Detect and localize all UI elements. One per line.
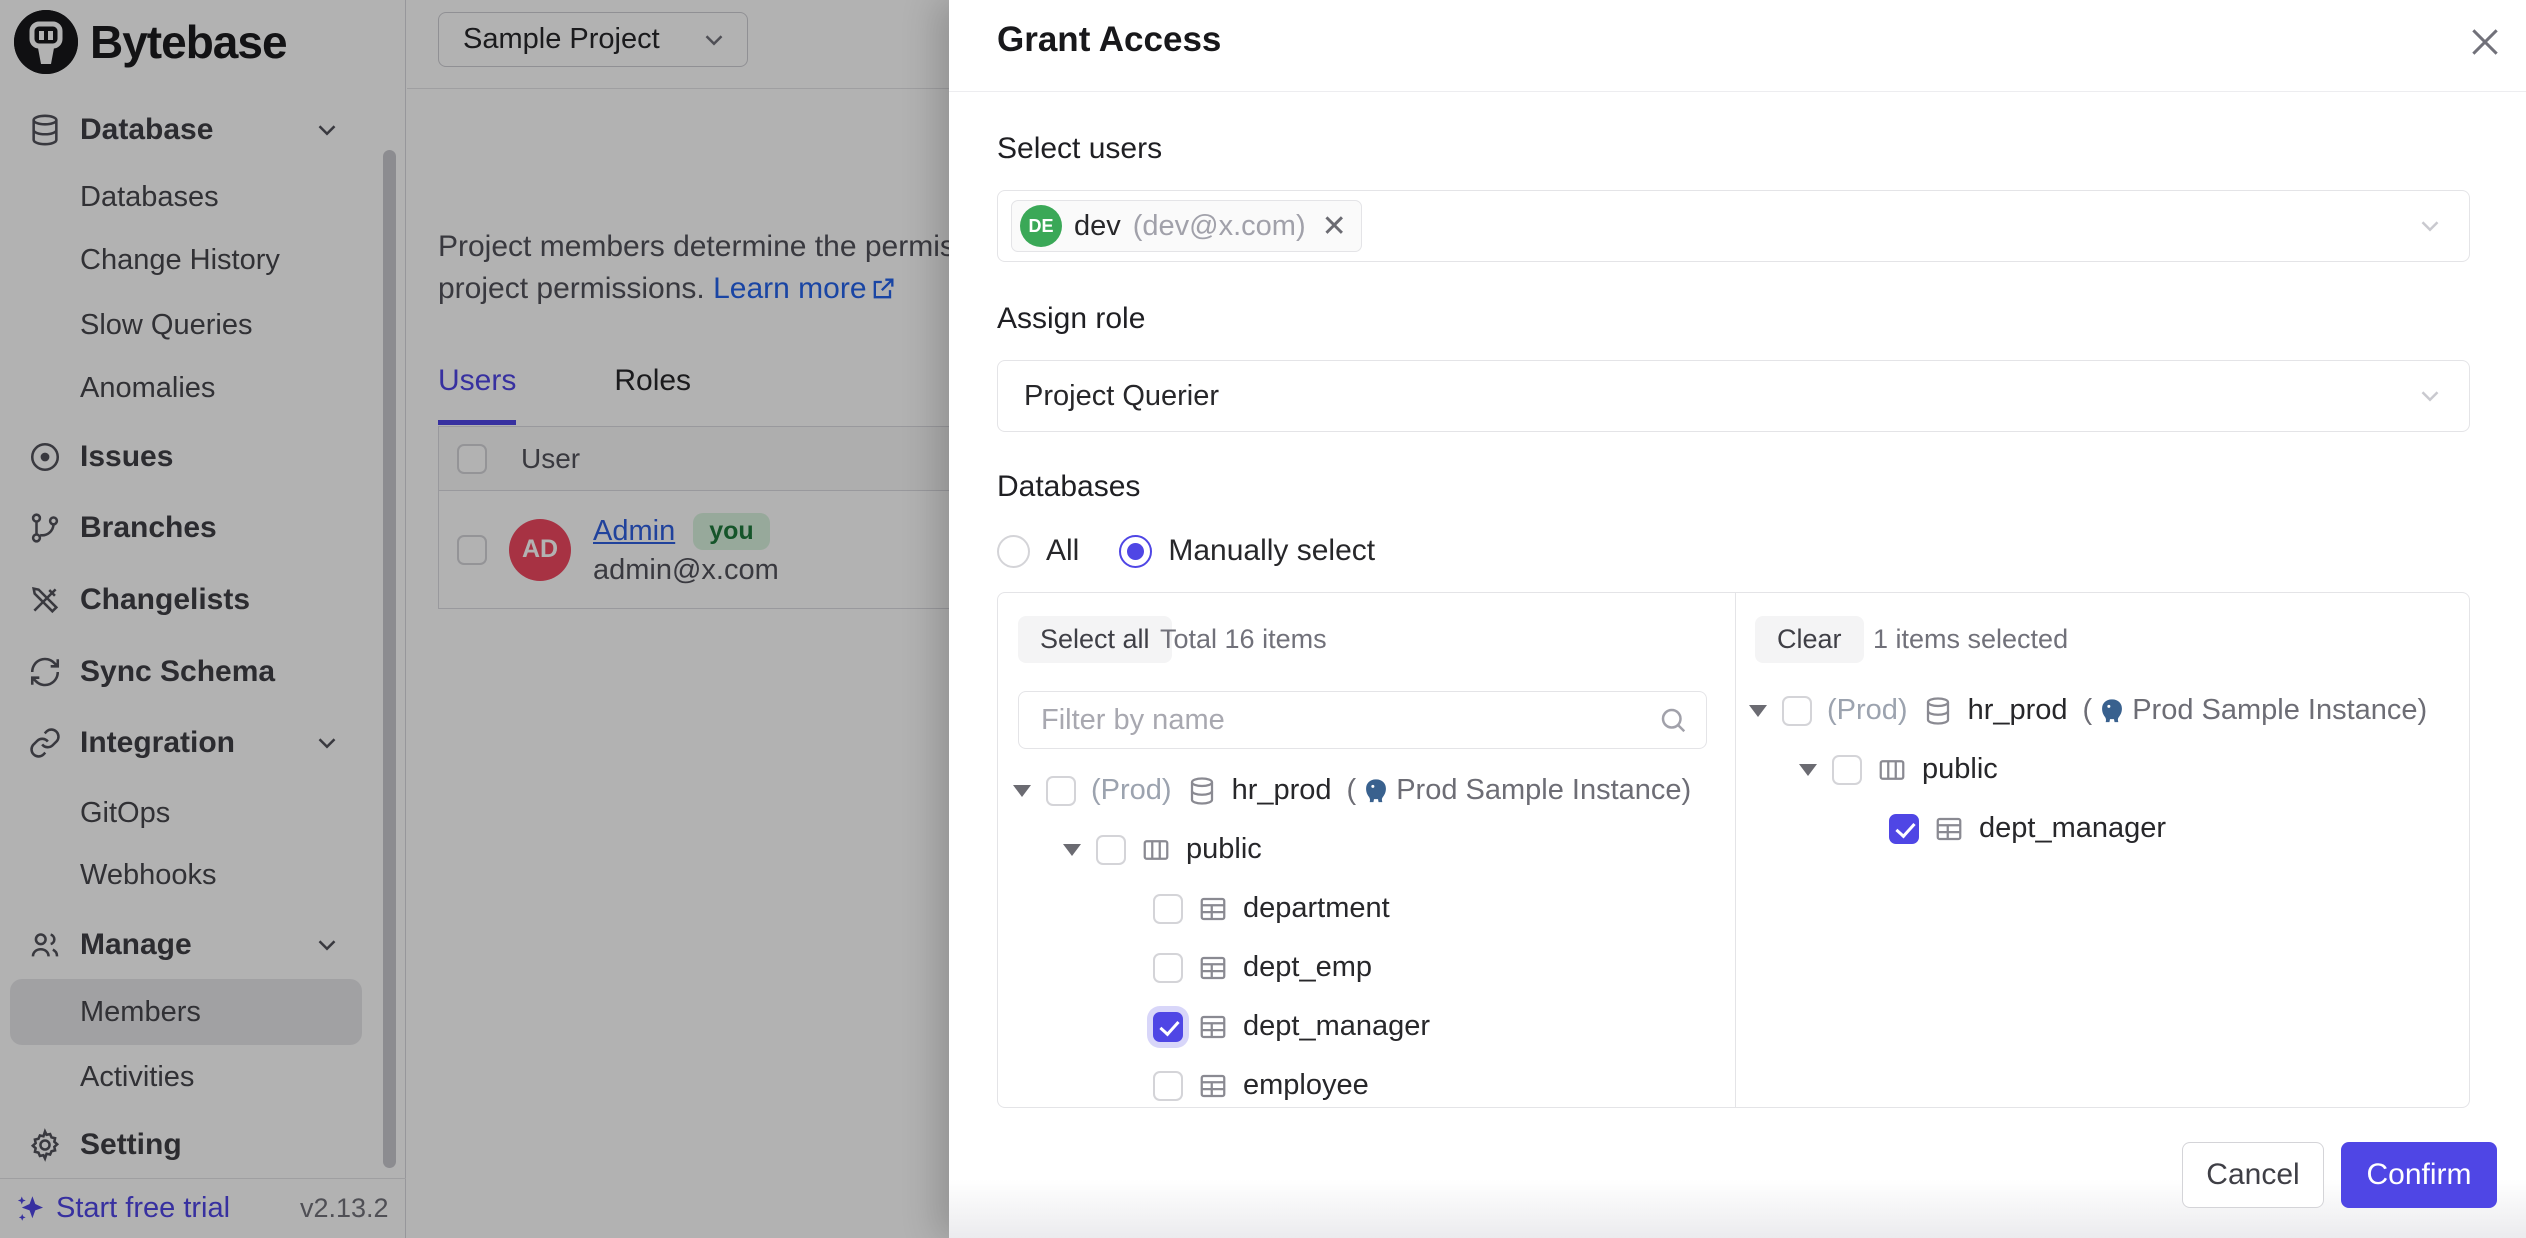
- radio-all[interactable]: All: [997, 534, 1079, 568]
- confirm-button[interactable]: Confirm: [2341, 1142, 2497, 1208]
- databases-label: Databases: [997, 470, 1140, 504]
- tree-node-dept-emp[interactable]: dept_emp: [1153, 938, 1372, 997]
- tree-node-public[interactable]: public: [1063, 820, 1262, 879]
- database-icon: [1187, 776, 1217, 806]
- postgres-icon: [2098, 697, 2126, 725]
- table-icon: [1198, 1012, 1228, 1042]
- table-icon: [1198, 894, 1228, 924]
- radio-icon[interactable]: [1119, 535, 1152, 568]
- grant-access-dialog: Grant Access Select users DE dev (dev@x.…: [949, 0, 2526, 1238]
- panel-divider: [1735, 593, 1736, 1108]
- cancel-button[interactable]: Cancel: [2182, 1142, 2324, 1208]
- table-icon: [1198, 1071, 1228, 1101]
- tree-node-department[interactable]: department: [1153, 879, 1390, 938]
- assign-role-label: Assign role: [997, 302, 1145, 336]
- node-checkbox[interactable]: [1096, 835, 1126, 865]
- radio-icon[interactable]: [997, 535, 1030, 568]
- database-scope-radios: All Manually select: [997, 534, 1375, 568]
- tree-node-hr-prod[interactable]: (Prod) hr_prod ( Prod Sample Instance): [1749, 681, 2427, 740]
- dialog-footer: Cancel Confirm: [949, 1108, 2526, 1238]
- node-checkbox[interactable]: [1153, 953, 1183, 983]
- tree-node-hr-prod[interactable]: (Prod) hr_prod ( Prod Sample Instance): [1013, 761, 1691, 820]
- caret-expander-icon[interactable]: [1063, 844, 1081, 856]
- close-icon[interactable]: [2465, 22, 2505, 62]
- tree-node-employee[interactable]: employee: [1153, 1056, 1369, 1108]
- remove-chip-icon[interactable]: ✕: [1318, 209, 1347, 244]
- clear-button[interactable]: Clear: [1755, 616, 1864, 663]
- dialog-header: Grant Access: [949, 0, 2526, 92]
- tree-node-public[interactable]: public: [1799, 740, 1998, 799]
- node-checkbox[interactable]: [1046, 776, 1076, 806]
- database-icon: [1923, 696, 1953, 726]
- app-window: Bytebase Database Databases Change Histo…: [0, 0, 2526, 1238]
- table-icon: [1198, 953, 1228, 983]
- tree-node-dept-manager[interactable]: dept_manager: [1889, 799, 2166, 858]
- radio-manually-select[interactable]: Manually select: [1119, 534, 1375, 568]
- dialog-title: Grant Access: [997, 20, 1221, 60]
- schema-icon: [1877, 755, 1907, 785]
- node-checkbox[interactable]: [1153, 894, 1183, 924]
- search-icon: [1658, 705, 1688, 735]
- chevron-down-icon: [2415, 381, 2445, 411]
- filter-input[interactable]: [1039, 703, 1658, 738]
- node-checkbox[interactable]: [1782, 696, 1812, 726]
- node-checkbox[interactable]: [1153, 1071, 1183, 1101]
- tree-node-dept-manager[interactable]: dept_manager: [1153, 997, 1430, 1056]
- select-all-button[interactable]: Select all: [1018, 616, 1172, 663]
- role-select[interactable]: Project Querier: [997, 360, 2470, 432]
- select-users-label: Select users: [997, 132, 1162, 166]
- avatar: DE: [1020, 205, 1062, 247]
- selected-items-label: 1 items selected: [1873, 616, 2068, 663]
- node-checkbox[interactable]: [1153, 1012, 1183, 1042]
- caret-expander-icon[interactable]: [1013, 785, 1031, 797]
- select-users-input[interactable]: DE dev (dev@x.com) ✕: [997, 190, 2470, 262]
- caret-expander-icon[interactable]: [1799, 764, 1817, 776]
- node-checkbox[interactable]: [1889, 814, 1919, 844]
- filter-input-wrap: [1018, 691, 1707, 749]
- total-items-label: Total 16 items: [1160, 616, 1327, 663]
- user-chip[interactable]: DE dev (dev@x.com) ✕: [1011, 200, 1362, 252]
- database-transfer: Select all Total 16 items (Prod) hr_prod…: [997, 592, 2470, 1108]
- postgres-icon: [1362, 777, 1390, 805]
- table-icon: [1934, 814, 1964, 844]
- caret-expander-icon[interactable]: [1749, 705, 1767, 717]
- chevron-down-icon: [2415, 211, 2445, 241]
- node-checkbox[interactable]: [1832, 755, 1862, 785]
- schema-icon: [1141, 835, 1171, 865]
